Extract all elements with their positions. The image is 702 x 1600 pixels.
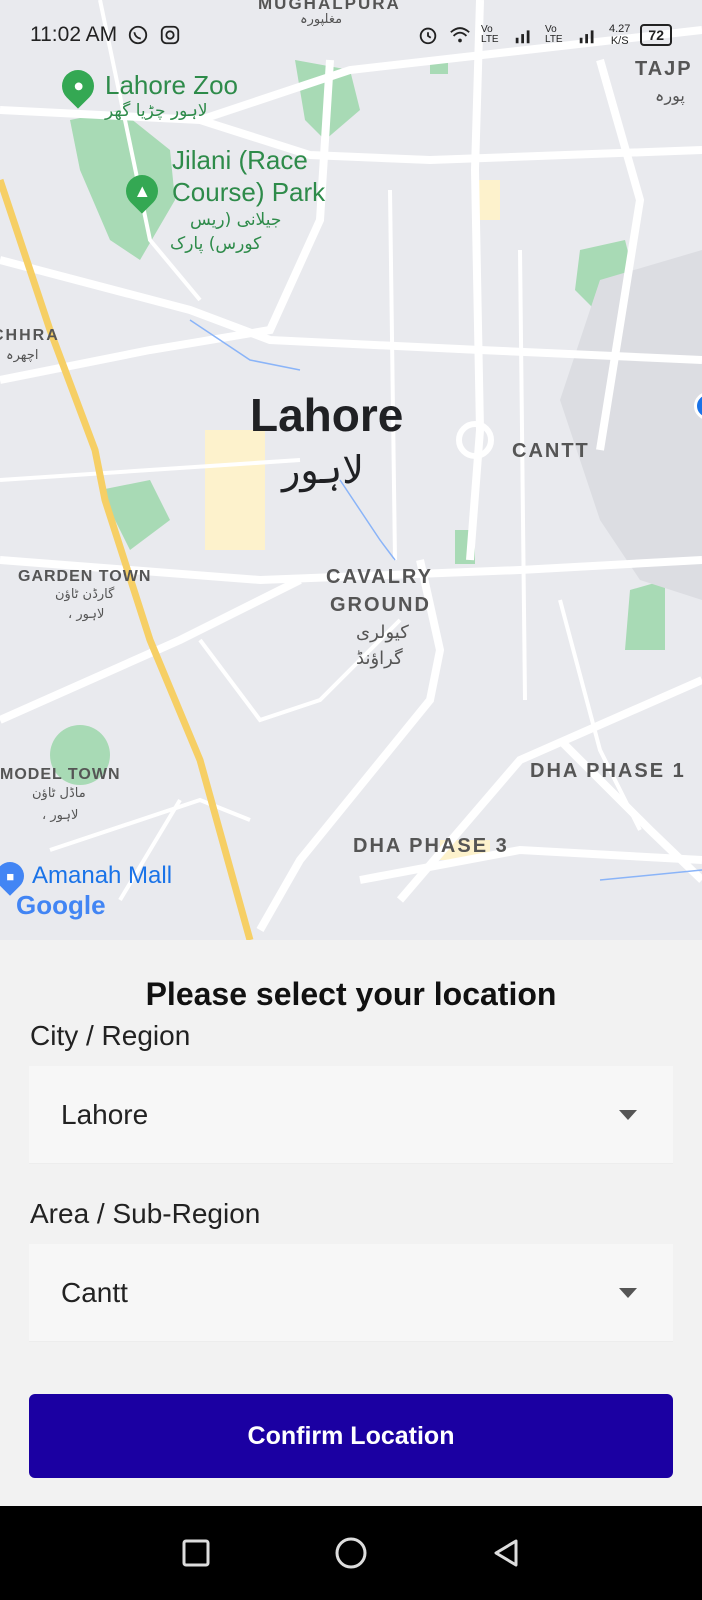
map-label-cavalry-1: CAVALRY [326, 566, 433, 588]
dropdown-arrow-icon [619, 1287, 637, 1298]
volte-label-1: Vo LTE [481, 24, 499, 45]
dropdown-arrow-icon [619, 1109, 637, 1120]
map-label-garden-town-urdu-2: ، لاہور [68, 607, 105, 622]
signal-icon [579, 30, 594, 44]
signal-icon [515, 30, 530, 44]
map-label-garden-town: GARDEN TOWN [18, 568, 152, 585]
city-region-label: City / Region [30, 1020, 191, 1051]
map-label-city: Lahore [250, 389, 404, 441]
map-label-jilani-park-2[interactable]: Course) Park [172, 177, 325, 208]
map-label-cantt: CANTT [512, 440, 590, 462]
map-label-model-town-urdu-1: ماڈل ٹاؤن [32, 786, 86, 801]
location-sheet: Please select your location City / Regio… [0, 940, 702, 1506]
home-icon[interactable] [333, 1535, 369, 1571]
map-label-dha-phase-1: DHA PHASE 1 [530, 760, 686, 782]
status-bar: 11:02 AM Vo LTE Vo LTE 4.27 K/S 72 [0, 0, 702, 70]
recent-apps-icon[interactable] [180, 1537, 212, 1569]
map-label-cavalry-urdu-2: گراؤنڈ [356, 648, 403, 669]
system-nav-bar [0, 1506, 702, 1600]
map-view[interactable]: MUGHALPURA مغلپورہ TAJP پورہ ● Lahore Zo… [0, 0, 702, 940]
map-label-amanah-mall[interactable]: Amanah Mall [32, 862, 172, 890]
map-label-tajpura-urdu: پورہ [655, 86, 685, 105]
map-label-dha-phase-3: DHA PHASE 3 [353, 835, 509, 857]
area-subregion-label: Area / Sub-Region [30, 1198, 261, 1229]
map-label-cavalry-urdu-1: کیولری [356, 622, 409, 643]
map-label-city-urdu: لاہور [282, 448, 364, 492]
city-region-dropdown[interactable]: Lahore [29, 1066, 673, 1163]
alarm-icon [419, 27, 437, 45]
map-label-lahore-zoo[interactable]: Lahore Zoo [105, 70, 238, 101]
map-label-garden-town-urdu-1: گارڈن ٹاؤن [55, 587, 115, 602]
google-logo: Google [16, 890, 106, 920]
map-label-jilani-park-urdu-1: جیلانی (ریس [190, 210, 282, 230]
map-label-lahore-zoo-urdu: لاہور چڑیا گھر [105, 101, 208, 121]
instagram-icon [161, 25, 180, 45]
status-time: 11:02 AM [30, 23, 118, 46]
whatsapp-icon [129, 25, 148, 45]
map-label-jilani-park-urdu-2: کورس) پارک [170, 234, 262, 254]
map-label-model-town: MODEL TOWN [0, 766, 121, 783]
sheet-title: Please select your location [145, 976, 557, 1012]
battery-icon: 72 [640, 24, 672, 46]
map-label-jilani-park-1[interactable]: Jilani (Race [172, 145, 308, 176]
map-label-ichhra-urdu: اچھرہ [6, 348, 39, 363]
map-label-ichhra: CHHRA [0, 327, 60, 344]
area-subregion-dropdown[interactable]: Cantt [29, 1244, 673, 1341]
network-speed-unit: K/S [610, 35, 629, 47]
confirm-location-button[interactable]: Confirm Location [29, 1394, 673, 1478]
map-label-cavalry-2: GROUND [330, 594, 431, 616]
volte-label-2: Vo LTE [545, 24, 563, 45]
area-subregion-value: Cantt [61, 1276, 128, 1308]
map-label-model-town-urdu-2: ، لاہور [42, 808, 79, 823]
city-region-value: Lahore [61, 1098, 149, 1130]
network-speed: 4.27 [609, 23, 631, 35]
wifi-icon [450, 27, 470, 43]
back-icon[interactable] [490, 1537, 522, 1569]
